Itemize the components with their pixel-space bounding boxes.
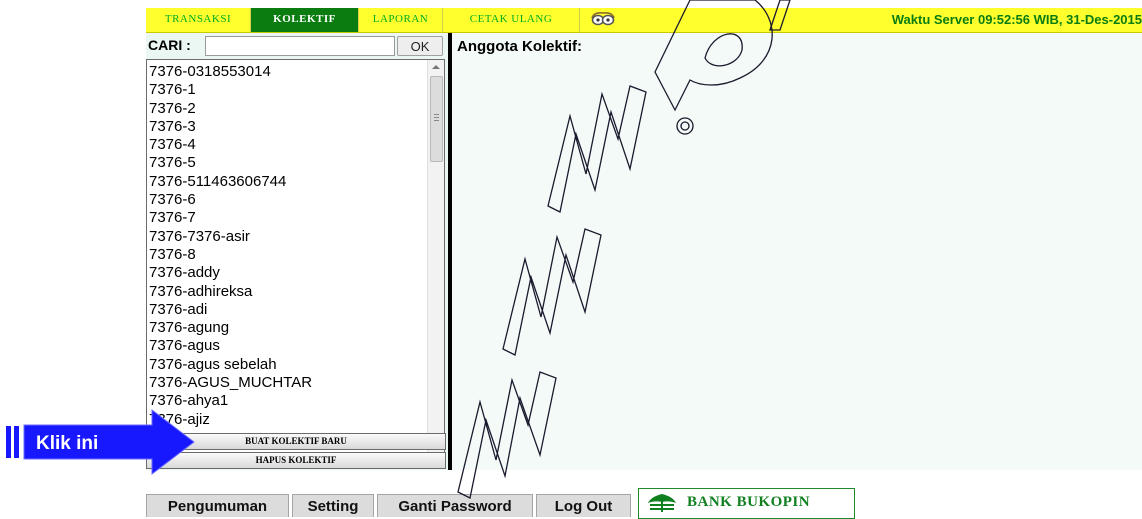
tab-kolektif[interactable]: KOLEKTIF [251,8,359,32]
list-item[interactable]: 7376-3 [149,118,424,136]
list-item[interactable]: 7376-7 [149,209,424,227]
search-input[interactable] [205,36,395,56]
scroll-up-icon[interactable] [432,65,440,69]
list-item[interactable]: 7376-5 [149,154,424,172]
bank-bukopin-icon [648,494,676,512]
list-item[interactable]: 7376-agus sebelah [149,356,424,374]
list-item[interactable]: 7376-agung [149,319,424,337]
list-item[interactable]: 7376-2 [149,100,424,118]
tab-cetak-ulang[interactable]: CETAK ULANG [443,8,580,32]
list-item[interactable]: 7376-6 [149,191,424,209]
search-label: CARI : [148,37,191,53]
scroll-thumb[interactable] [430,76,443,162]
kolektif-listbox[interactable]: 7376-0318553014 7376-1 7376-2 7376-3 7376-4 7… [146,59,445,465]
list-item[interactable]: 7376-0318553014 [149,63,424,81]
announcement-button[interactable]: Pengumuman [146,494,289,517]
server-time: Waktu Server 09:52:56 WIB, 31-Des-2015 [891,12,1142,27]
list-item[interactable]: 7376-AGUS_MUCHTAR [149,374,424,392]
list-item[interactable]: 7376-8 [149,246,424,264]
list-item[interactable]: 7376-1 [149,81,424,99]
tab-transaksi[interactable]: TRANSAKSI [146,8,251,32]
list-item[interactable]: 7376-511463606744 [149,173,424,191]
list-item[interactable]: 7376-4 [149,136,424,154]
list-item[interactable]: 7376-agus [149,337,424,355]
list-item[interactable]: 7376-7376-asir [149,228,424,246]
list-item[interactable]: 7376-adi [149,301,424,319]
top-nav-bar: TRANSAKSI KOLEKTIF LAPORAN CETAK ULANG W… [146,8,1142,33]
list-item[interactable]: 7376-adhireksa [149,283,424,301]
logout-button[interactable]: Log Out [536,494,631,517]
list-item[interactable]: 7376-addy [149,264,424,282]
annotation-label: Klik ini [36,433,98,454]
bank-name: BANK BUKOPIN [687,494,811,510]
ok-button[interactable]: OK [397,36,443,56]
kolektif-list-panel: CARI : OK 7376-0318553014 7376-1 7376-2 737… [146,33,448,470]
bank-logo: BANK BUKOPIN [638,488,855,519]
listbox-scrollbar[interactable] [427,60,444,464]
list-items: 7376-0318553014 7376-1 7376-2 7376-3 7376-4 7… [149,63,424,429]
annotation-arrow: Klik ini [6,408,195,476]
member-panel-title: Anggota Kolektif: [457,38,582,55]
tab-laporan[interactable]: LAPORAN [359,8,443,32]
glasses-icon[interactable] [590,10,616,28]
change-password-button[interactable]: Ganti Password [377,494,533,517]
setting-button[interactable]: Setting [292,494,374,517]
member-panel: Anggota Kolektif: [452,33,1142,470]
